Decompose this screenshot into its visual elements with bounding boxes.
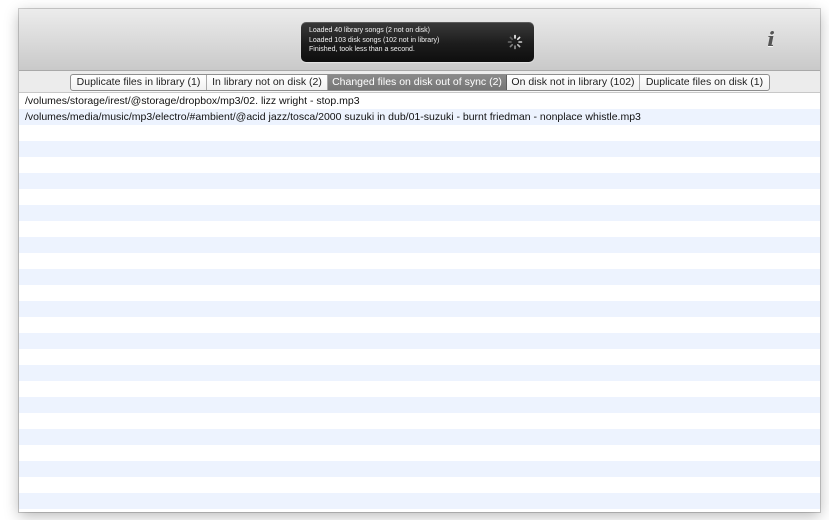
tab-changed-files-out-of-sync[interactable]: Changed files on disk out of sync (2) [328, 75, 507, 90]
status-line-disk: Loaded 103 disk songs (102 not in librar… [309, 36, 440, 44]
activity-spinner-icon [507, 34, 523, 50]
tab-bar: Duplicate files in library (1) In librar… [19, 71, 820, 93]
list-item[interactable]: /volumes/storage/irest/@storage/dropbox/… [19, 93, 820, 109]
status-hud: Loaded 40 library songs (2 not on disk) … [301, 22, 534, 62]
toolbar: Loaded 40 library songs (2 not on disk) … [19, 9, 820, 71]
info-icon[interactable]: i [764, 28, 778, 50]
app-window: Loaded 40 library songs (2 not on disk) … [19, 9, 820, 512]
tab-in-library-not-on-disk[interactable]: In library not on disk (2) [207, 75, 328, 90]
status-line-finished: Finished, took less than a second. [309, 46, 415, 53]
tab-duplicate-files-on-disk[interactable]: Duplicate files on disk (1) [640, 75, 769, 90]
list-item[interactable]: /volumes/media/music/mp3/electro/#ambien… [19, 109, 820, 125]
filter-segmented-control: Duplicate files in library (1) In librar… [70, 74, 770, 91]
status-line-library: Loaded 40 library songs (2 not on disk) [309, 27, 431, 34]
tab-on-disk-not-in-library[interactable]: On disk not in library (102) [507, 75, 640, 90]
file-list[interactable]: /volumes/storage/irest/@storage/dropbox/… [19, 93, 820, 512]
status-messages: Loaded 40 library songs (2 not on disk) … [309, 26, 439, 55]
tab-duplicate-files-in-library[interactable]: Duplicate files in library (1) [71, 75, 207, 90]
